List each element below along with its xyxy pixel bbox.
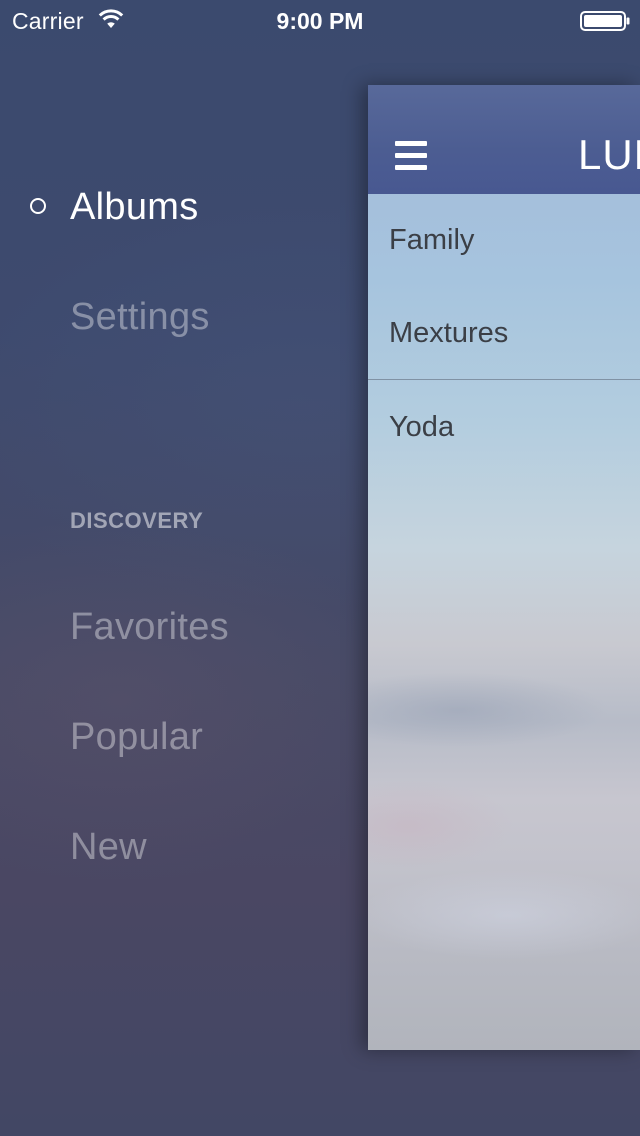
list-item-yoda[interactable]: Yoda (368, 381, 640, 474)
section-header-discovery: DISCOVERY (70, 508, 204, 533)
row-separator (368, 379, 640, 380)
app-title: LUMI (578, 131, 640, 178)
list-item-label: Yoda (389, 411, 455, 443)
list-item-label: Mextures (389, 317, 509, 349)
menu-item-favorites[interactable]: Favorites (70, 606, 229, 649)
battery-icon (580, 11, 630, 31)
hamburger-icon[interactable] (395, 141, 427, 171)
list-item-label: Family (389, 224, 475, 256)
list-item-mextures[interactable]: Mextures (368, 287, 640, 380)
side-menu: Albums Settings DISCOVERY Favorites Popu… (0, 0, 360, 1136)
menu-item-new[interactable]: New (70, 826, 147, 869)
content-panel[interactable]: LUMI Family Mextures Yoda (368, 85, 640, 1050)
list-item-family[interactable]: Family (368, 194, 640, 287)
menu-item-settings[interactable]: Settings (70, 296, 210, 339)
menu-item-popular[interactable]: Popular (70, 716, 203, 759)
navigation-bar: LUMI (368, 85, 640, 194)
active-indicator-icon (30, 198, 46, 214)
menu-item-albums[interactable]: Albums (70, 186, 199, 229)
